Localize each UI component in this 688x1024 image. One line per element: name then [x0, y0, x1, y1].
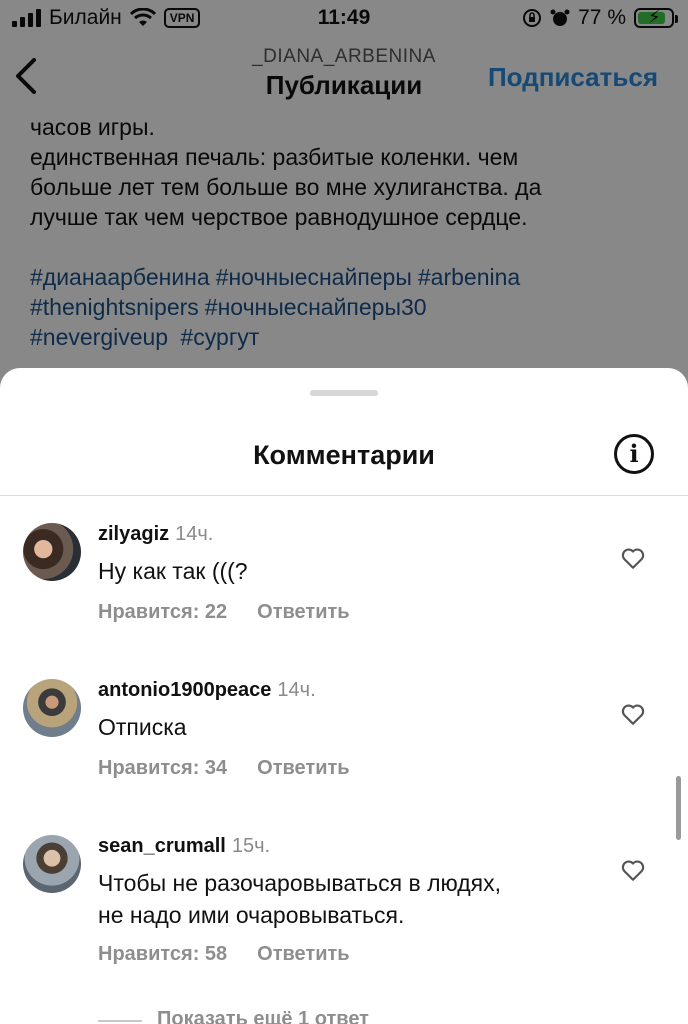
likes-count[interactable]: Нравится: 58	[98, 943, 227, 965]
avatar[interactable]	[23, 835, 81, 893]
heart-icon[interactable]	[620, 545, 646, 571]
show-more-replies[interactable]: Показать ещё 1 ответ	[157, 1008, 369, 1024]
heart-icon[interactable]	[620, 857, 646, 883]
likes-count[interactable]: Нравится: 22	[98, 601, 227, 623]
thread-line	[98, 1020, 142, 1022]
comment-time: 14ч.	[277, 679, 316, 701]
comment-username[interactable]: zilyagiz	[98, 523, 169, 545]
sheet-grabber[interactable]	[310, 390, 378, 396]
likes-count[interactable]: Нравится: 34	[98, 757, 227, 779]
comment-username[interactable]: sean_crumall	[98, 835, 226, 857]
comment-time: 15ч.	[231, 835, 271, 857]
avatar[interactable]	[23, 679, 81, 737]
avatar[interactable]	[23, 523, 81, 581]
divider	[0, 495, 688, 496]
comment-time: 14ч.	[175, 523, 214, 545]
comment-username[interactable]: antonio1900peace	[98, 679, 271, 701]
comment-text: Чтобы не разочаровываться в людях, не на…	[98, 867, 578, 931]
comment-text: Ну как так (((?	[98, 558, 248, 584]
info-icon[interactable]: i	[614, 434, 654, 474]
comment-text-line: не надо ими очаровываться.	[98, 902, 405, 928]
comment-text-line: Чтобы не разочаровываться в людях,	[98, 870, 502, 896]
reply-button[interactable]: Ответить	[257, 601, 349, 623]
heart-icon[interactable]	[620, 701, 646, 727]
reply-button[interactable]: Ответить	[257, 943, 349, 965]
comment-text: Отписка	[98, 714, 187, 740]
comments-sheet: Комментарии i zilyagiz 14ч. Ну как так ((…	[0, 368, 688, 1024]
reply-button[interactable]: Ответить	[257, 757, 349, 779]
sheet-title: Комментарии	[253, 440, 435, 470]
scrollbar[interactable]	[676, 776, 681, 840]
